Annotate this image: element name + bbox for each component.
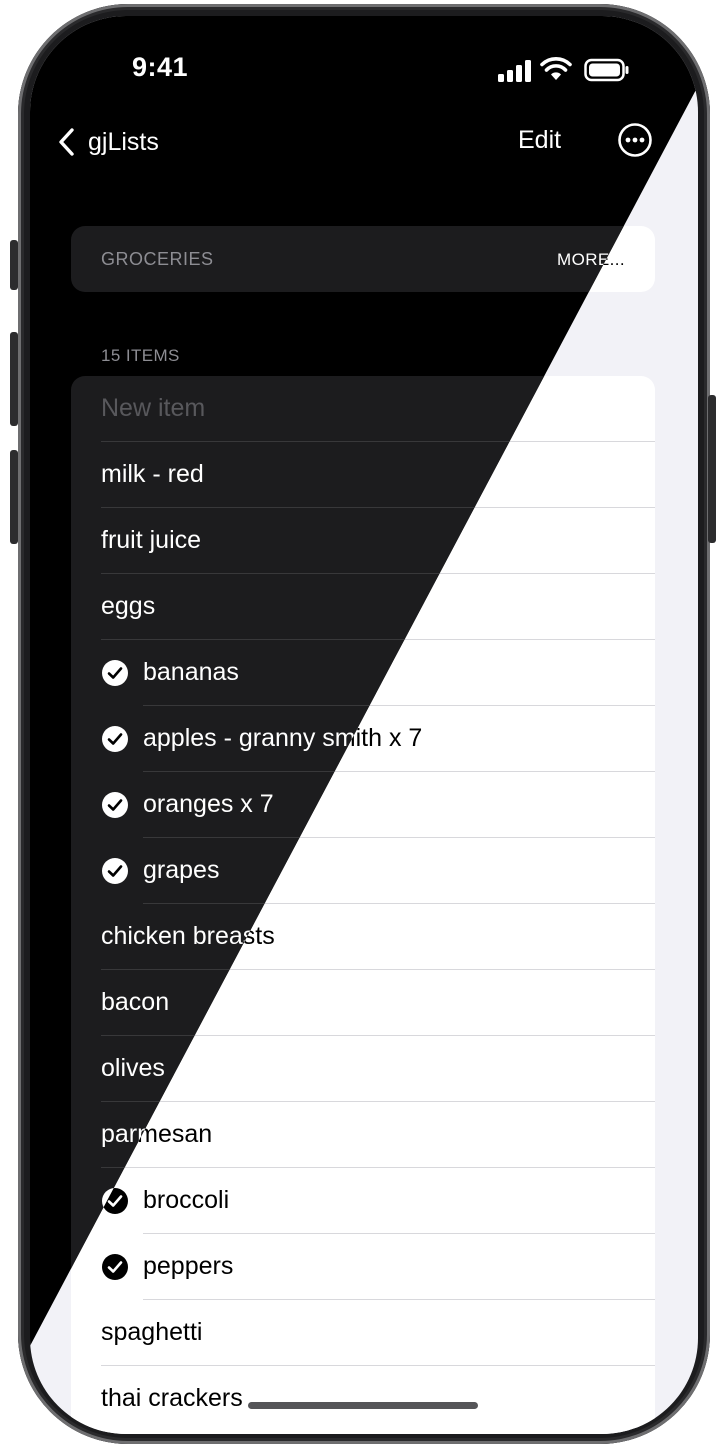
status-bar: 9:41 [30,16,698,116]
list-item[interactable]: broccoli [71,1168,655,1234]
list-item[interactable]: peppers [71,1234,655,1300]
list-item-label: thai crackers [101,1384,243,1412]
list-item-label: fruit juice [101,526,202,554]
list-item[interactable]: parmesan [71,1102,655,1168]
back-button[interactable]: gjLists [58,122,159,162]
volume-down-button [10,450,18,544]
checkmark-circle-icon[interactable] [101,791,129,819]
checkmark-circle-icon[interactable] [101,857,129,885]
ellipsis-circle-icon[interactable] [617,122,653,158]
checkmark-circle-icon[interactable] [101,1253,129,1281]
list-item-label: olives [101,1054,165,1082]
volume-up-button [10,332,18,426]
list-item-label: broccoli [143,1186,230,1214]
back-chevron-icon [59,128,74,156]
list-item-label: oranges x 7 [143,790,274,818]
screen: 9:41 gjLists Edit [30,16,698,1434]
status-time: 9:41 [131,52,189,82]
item-count-label: 15 ITEMS [101,346,180,365]
list-item-label: bananas [143,658,239,686]
wifi-icon [540,57,572,80]
list-item-label: grapes [143,856,220,884]
back-button-label: gjLists [88,127,159,156]
battery-icon [584,58,629,82]
edit-button[interactable]: Edit [518,126,561,155]
cellular-signal-icon [498,60,531,82]
list-item-label: eggs [101,592,156,620]
list-name: GROCERIES [101,249,214,269]
power-button [708,395,716,543]
home-indicator[interactable] [248,1402,478,1409]
list-item-label: milk - red [101,460,204,488]
navigation-bar: gjLists Edit [30,116,698,176]
list-item-label: peppers [143,1252,234,1280]
list-header-card: GROCERIES MORE... [71,226,655,292]
action-button [10,240,18,290]
list-item[interactable]: thai crackers [71,1366,655,1432]
list-item-label: spaghetti [101,1318,203,1346]
checkmark-circle-icon[interactable] [101,725,129,753]
checkmark-circle-icon[interactable] [101,659,129,687]
list-item-label: bacon [101,988,170,1016]
list-item[interactable]: spaghetti [71,1300,655,1366]
